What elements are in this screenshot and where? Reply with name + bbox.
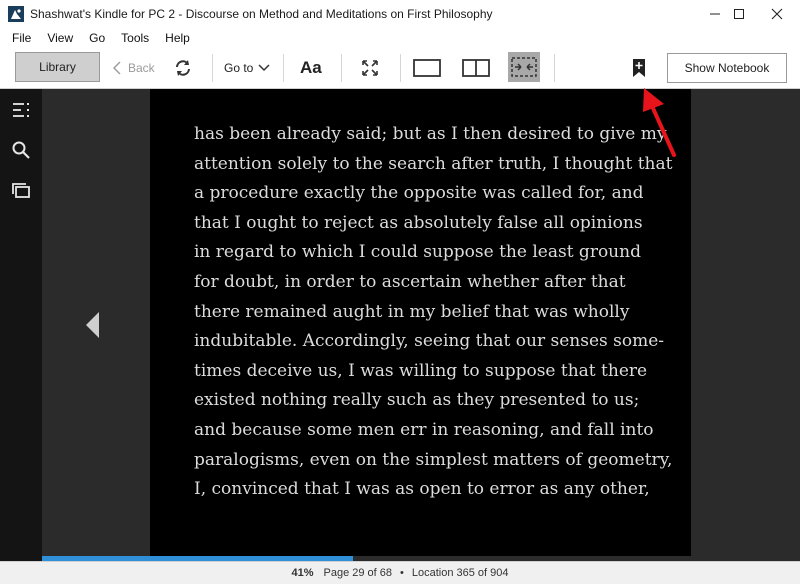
- library-button[interactable]: Library: [15, 52, 100, 82]
- cards-icon[interactable]: [11, 181, 31, 201]
- page-indicator: Page 29 of 68: [323, 567, 393, 579]
- menu-view[interactable]: View: [43, 31, 77, 45]
- menu-file[interactable]: File: [8, 31, 35, 45]
- sync-icon: [176, 60, 190, 76]
- fullscreen-icon: [362, 60, 378, 76]
- chevron-down-icon: [258, 64, 270, 72]
- add-bookmark-button[interactable]: [630, 57, 648, 79]
- go-to-label: Go to: [224, 61, 254, 75]
- text-line: for doubt, in order to ascertain whether…: [194, 271, 626, 292]
- text-line: in regard to which I could suppose the l…: [194, 242, 641, 263]
- text-line: indubitable. Accordingly, seeing that ou…: [194, 331, 665, 352]
- percent-read: 41%: [291, 567, 314, 579]
- go-to-button[interactable]: Go to: [224, 56, 270, 80]
- single-column-icon: [413, 59, 441, 77]
- menu-bar: File View Go Tools Help: [0, 29, 800, 47]
- text-line: a procedure exactly the opposite was cal…: [194, 183, 644, 204]
- chevron-left-icon: [112, 61, 121, 75]
- font-settings-button[interactable]: Aa: [300, 55, 322, 81]
- menu-help[interactable]: Help: [161, 31, 194, 45]
- text-line: paralogisms, even on the simplest matter…: [194, 449, 673, 470]
- window-title: Shashwat's Kindle for PC 2 - Discourse o…: [30, 7, 493, 21]
- back-button[interactable]: Back: [112, 56, 155, 80]
- toolbar-divider: [283, 54, 284, 82]
- text-line: times deceive us, I was willing to suppo…: [194, 360, 648, 381]
- maximize-icon: [734, 9, 744, 19]
- sync-button[interactable]: [172, 57, 194, 79]
- status-bar: 41% Page 29 of 68 • Location 365 of 904: [0, 561, 800, 584]
- single-column-button[interactable]: [413, 58, 441, 78]
- show-notebook-button[interactable]: Show Notebook: [667, 53, 787, 83]
- text-line: I, convinced that I was as open to error…: [194, 479, 650, 500]
- text-line: and because some men err in reasoning, a…: [194, 419, 654, 440]
- prev-page-icon[interactable]: [84, 311, 102, 339]
- text-line: has been already said; but as I then des…: [194, 124, 667, 144]
- separator-dot: •: [400, 567, 404, 579]
- text-line: there remained aught in my belief that w…: [194, 301, 630, 322]
- left-rail: [0, 89, 42, 561]
- menu-go[interactable]: Go: [85, 31, 109, 45]
- text-line: attention solely to the search after tru…: [194, 153, 673, 174]
- bookmark-add-icon: [633, 59, 645, 77]
- close-icon: [771, 8, 783, 20]
- text-line: existed nothing really such as they pres…: [194, 390, 640, 411]
- search-icon[interactable]: [11, 140, 31, 160]
- book-page: has been already said; but as I then des…: [150, 89, 691, 556]
- toolbar-divider: [212, 54, 213, 82]
- title-bar: Shashwat's Kindle for PC 2 - Discourse o…: [0, 0, 800, 28]
- book-text: has been already said; but as I then des…: [194, 120, 673, 505]
- fullscreen-button[interactable]: [360, 58, 380, 78]
- two-column-icon: [462, 59, 490, 77]
- back-label: Back: [128, 61, 155, 75]
- two-column-button[interactable]: [462, 58, 490, 78]
- menu-tools[interactable]: Tools: [117, 31, 153, 45]
- toolbar-divider: [400, 54, 401, 82]
- location-indicator: Location 365 of 904: [411, 567, 509, 579]
- toolbar-divider: [554, 54, 555, 82]
- table-of-contents-icon[interactable]: [11, 100, 31, 120]
- close-button[interactable]: [754, 0, 800, 28]
- fit-width-button[interactable]: [508, 52, 540, 82]
- annotation-arrow-icon: [643, 88, 676, 157]
- fit-width-icon: [511, 57, 537, 77]
- text-line: that I ought to reject as absolutely fal…: [194, 212, 643, 233]
- toolbar-divider: [341, 54, 342, 82]
- kindle-icon: [8, 6, 24, 22]
